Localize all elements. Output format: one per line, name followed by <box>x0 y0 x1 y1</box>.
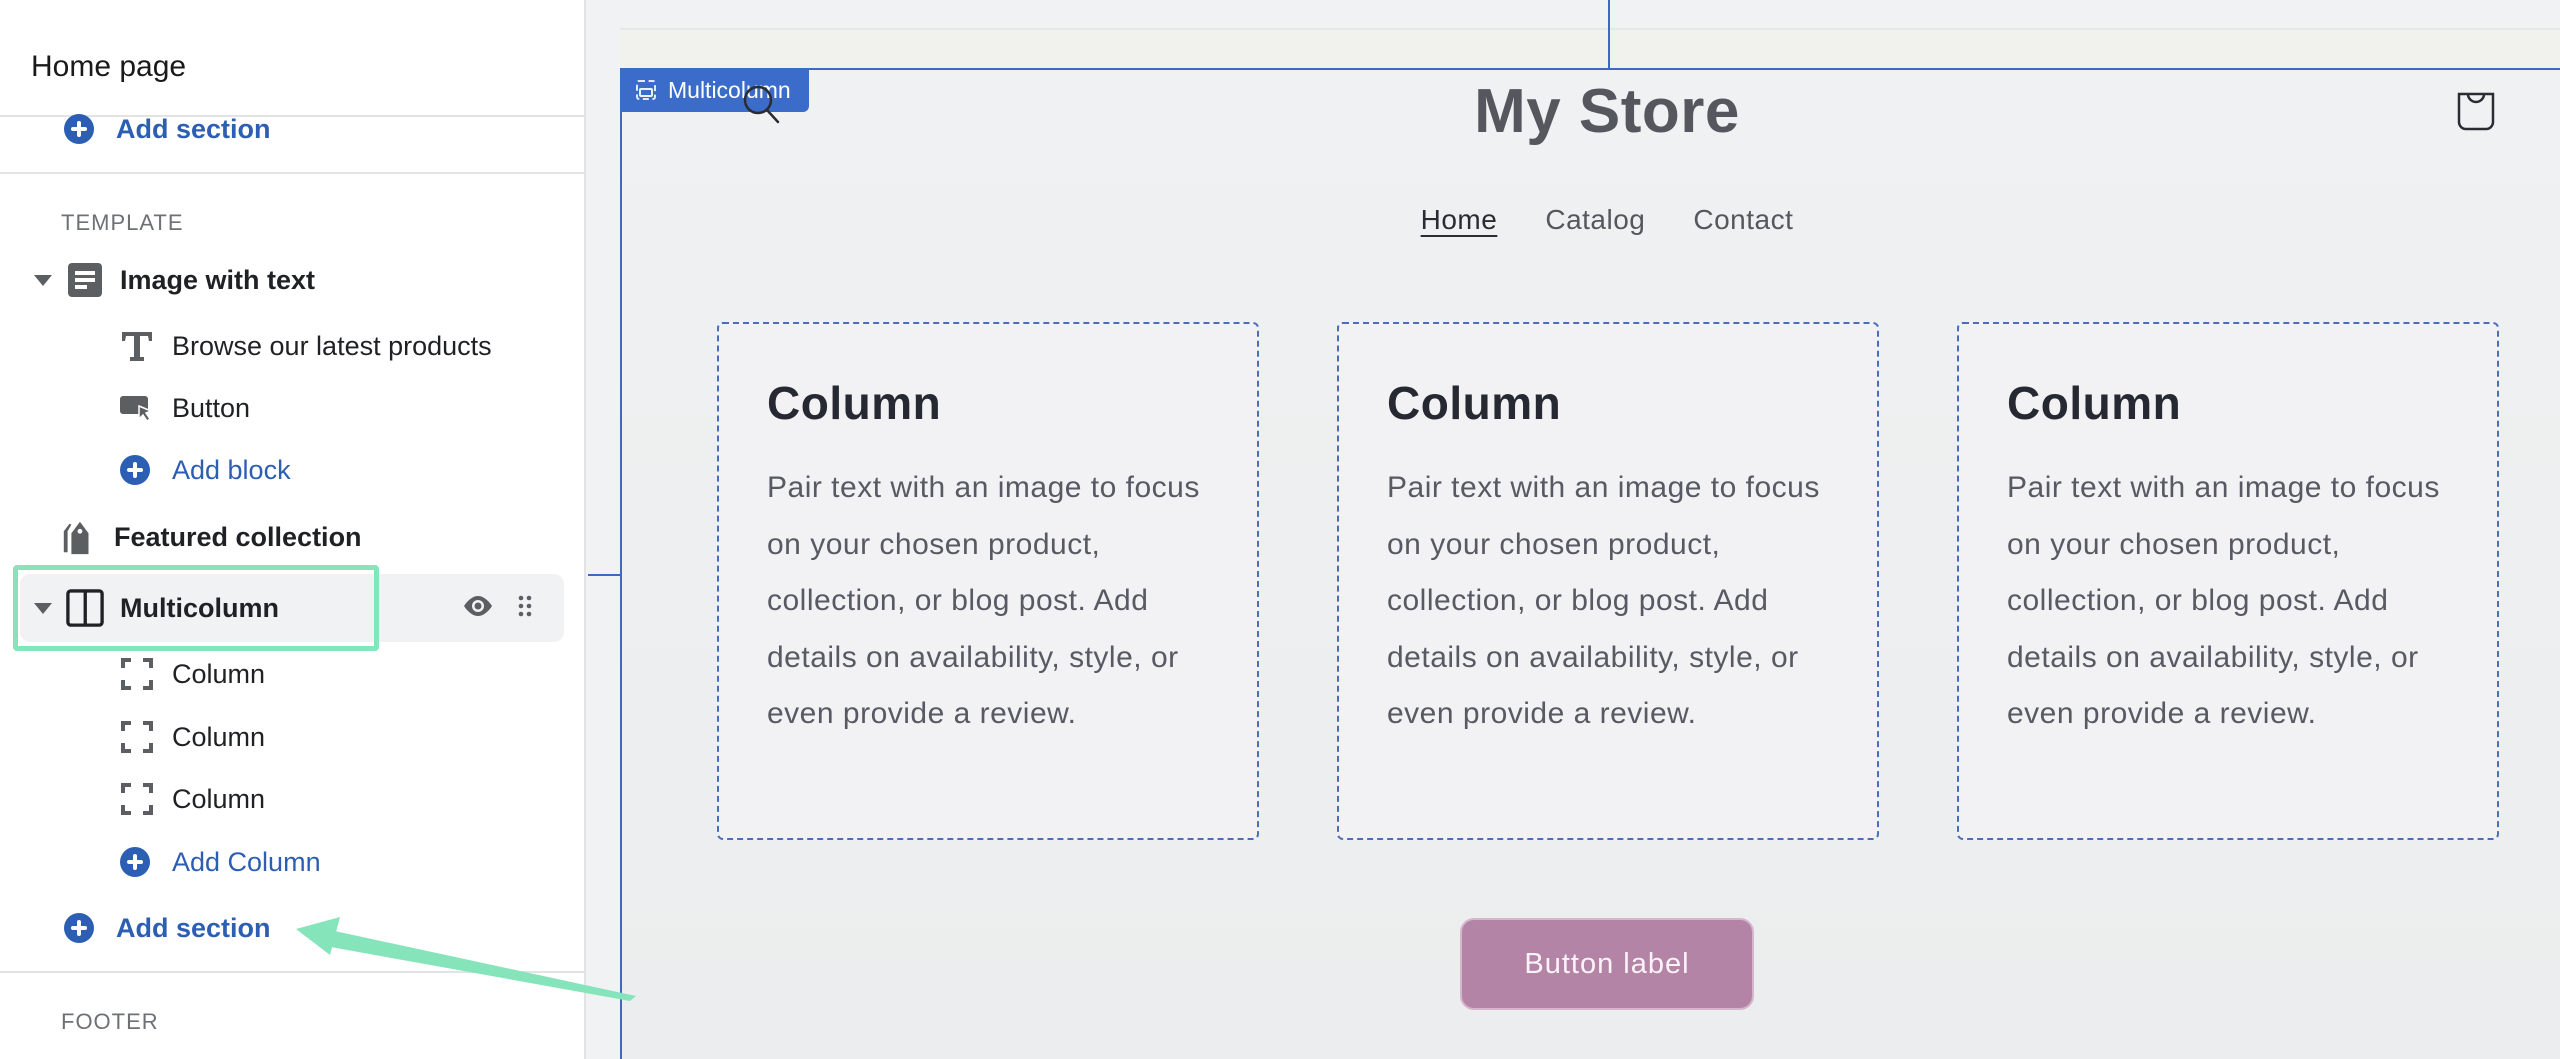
block-column[interactable]: Column <box>118 709 265 765</box>
column-text: Pair text with an image to focus on your… <box>767 471 1200 730</box>
dashed-frame-icon <box>118 780 156 818</box>
columns-icon <box>66 589 104 627</box>
column-heading: Column <box>2007 377 2182 429</box>
caret-down-icon[interactable] <box>34 274 52 286</box>
plus-circle-icon <box>120 455 150 485</box>
block-column[interactable]: Column <box>118 646 265 702</box>
section-multicolumn[interactable]: Multicolumn <box>34 580 279 636</box>
caret-down-icon[interactable] <box>34 602 52 614</box>
section-image-with-text[interactable]: Image with text <box>34 252 315 308</box>
section-icon <box>636 80 656 100</box>
search-icon[interactable] <box>738 85 782 141</box>
cart-icon[interactable] <box>2456 92 2496 137</box>
sidebar: Home page Add section TEMPLATE Image wit… <box>0 0 586 1059</box>
dashed-frame-icon <box>118 718 156 756</box>
dashed-frame-icon <box>118 655 156 693</box>
text-type-icon <box>118 327 156 365</box>
block-column[interactable]: Column <box>118 771 265 827</box>
divider <box>0 971 584 973</box>
divider <box>0 172 584 174</box>
plus-circle-icon <box>64 114 94 144</box>
column-text: Pair text with an image to focus on your… <box>1387 471 1820 730</box>
button-cursor-icon <box>118 389 156 427</box>
nav-contact[interactable]: Contact <box>1693 204 1793 236</box>
nav-catalog[interactable]: Catalog <box>1545 204 1645 236</box>
column-text: Pair text with an image to focus on your… <box>2007 471 2440 730</box>
selection-guide-line <box>1608 0 1610 70</box>
drag-handle-icon[interactable] <box>518 595 532 622</box>
eye-icon[interactable] <box>462 595 494 622</box>
section-actions <box>462 588 532 628</box>
plus-circle-icon <box>120 847 150 877</box>
text-block-icon <box>66 261 104 299</box>
page-title: Home page <box>31 50 187 83</box>
column-heading: Column <box>1387 377 1562 429</box>
column-card[interactable]: Column Pair text with an image to focus … <box>1957 322 2499 840</box>
tag-icon <box>60 518 98 556</box>
block-browse-products[interactable]: Browse our latest products <box>118 318 492 374</box>
store-title[interactable]: My Store <box>1300 76 1914 147</box>
main-nav: Home Catalog Contact <box>1300 204 1914 236</box>
nav-home[interactable]: Home <box>1421 204 1498 236</box>
template-heading: TEMPLATE <box>61 210 184 235</box>
selection-guide-line <box>588 574 622 576</box>
add-block-button[interactable]: Add block <box>120 442 291 498</box>
section-featured-collection[interactable]: Featured collection <box>60 509 362 565</box>
header-add-section-button[interactable]: Add section <box>64 101 271 157</box>
template-add-section-button[interactable]: Add section <box>64 900 271 956</box>
plus-circle-icon <box>64 913 94 943</box>
column-heading: Column <box>767 377 942 429</box>
column-card[interactable]: Column Pair text with an image to focus … <box>717 322 1259 840</box>
announcement-bar <box>620 28 2560 70</box>
footer-heading: FOOTER <box>61 1009 159 1034</box>
column-card[interactable]: Column Pair text with an image to focus … <box>1337 322 1879 840</box>
add-column-button[interactable]: Add Column <box>120 834 321 890</box>
block-button[interactable]: Button <box>118 380 250 436</box>
cta-button[interactable]: Button label <box>1460 918 1754 1010</box>
